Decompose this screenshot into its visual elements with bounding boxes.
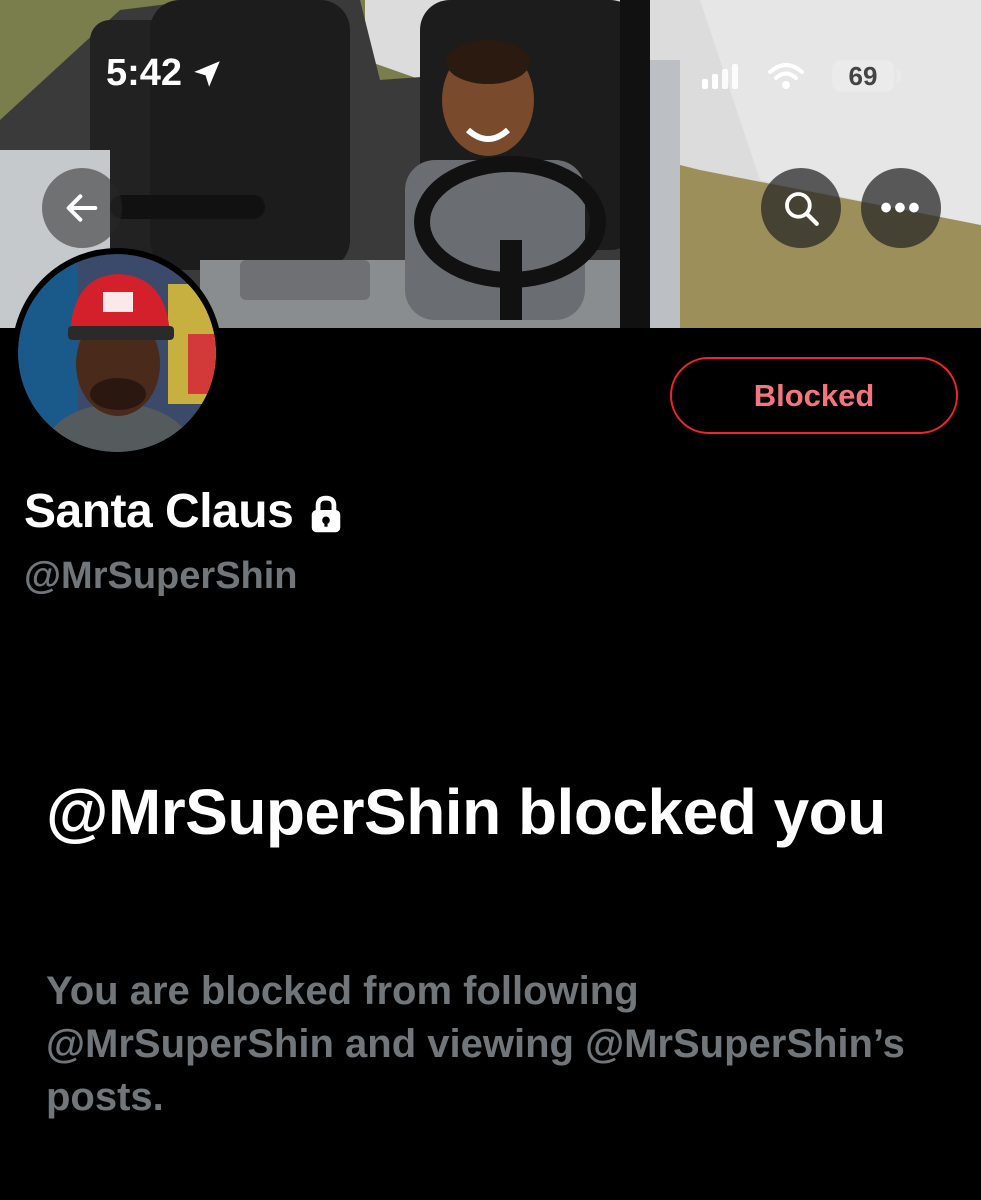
battery-level: 69: [848, 60, 878, 91]
more-icon: •••: [880, 188, 922, 227]
search-button[interactable]: [761, 168, 841, 248]
blocked-notice-description: You are blocked from following @MrSuperS…: [46, 969, 905, 1119]
search-icon: [785, 192, 819, 226]
clock-text: 5:42: [106, 52, 183, 94]
blocked-button[interactable]: Blocked: [670, 357, 958, 434]
status-bar-time: 5:42: [106, 52, 224, 95]
blocked-notice-title: @MrSuperShin blocked you: [46, 776, 886, 848]
cellular-signal-icon: [702, 64, 738, 89]
battery-indicator: 69: [832, 60, 901, 92]
lock-icon: [312, 495, 341, 532]
profile-name-row: Santa Claus: [24, 484, 345, 539]
avatar[interactable]: [12, 248, 222, 458]
status-bar-indicators: 69: [700, 60, 901, 92]
display-name: Santa Claus: [24, 485, 294, 538]
more-options-button[interactable]: •••: [861, 168, 941, 248]
blocked-button-label: Blocked: [753, 377, 875, 413]
arrow-left-icon: [66, 194, 98, 222]
avatar-photo: [18, 254, 216, 452]
wifi-icon: [768, 63, 804, 89]
back-button[interactable]: [42, 168, 122, 248]
location-arrow-icon: [194, 60, 220, 87]
profile-handle: @MrSuperShin: [24, 555, 298, 597]
